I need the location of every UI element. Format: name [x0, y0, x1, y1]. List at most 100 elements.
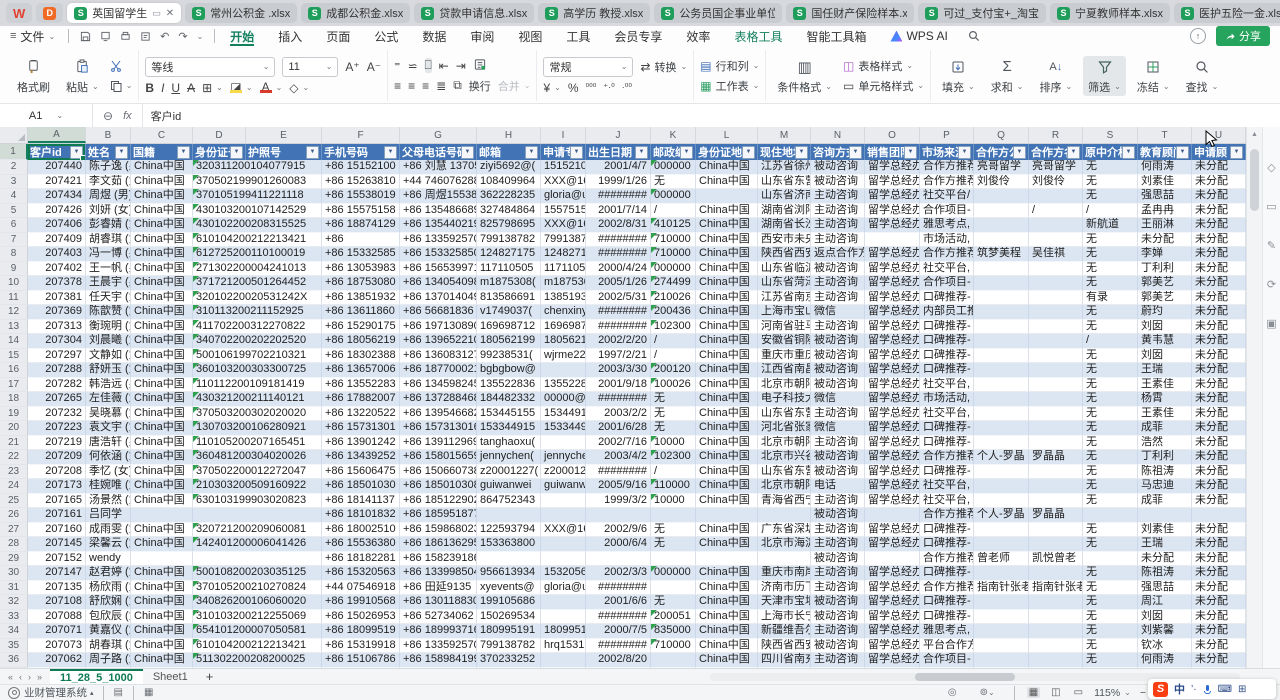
cell-O17[interactable]: 留学总经办 [865, 378, 920, 393]
cell-O29[interactable] [865, 552, 920, 567]
cell-B21[interactable]: 唐浩轩 (男 [86, 436, 131, 451]
save-icon[interactable] [80, 31, 91, 42]
cell-P27[interactable]: 口碑推荐- [920, 523, 974, 538]
column-header-N[interactable]: N [811, 127, 865, 143]
cell-P9[interactable]: 社交平台, [920, 262, 974, 277]
cell-R11[interactable] [1029, 291, 1083, 306]
cell-L29[interactable] [696, 552, 758, 567]
cell-A19[interactable]: 207232 [28, 407, 86, 422]
cell-H8[interactable]: 124827175 [477, 247, 541, 262]
cell-A15[interactable]: 207297 [28, 349, 86, 364]
rows-columns-button[interactable]: ▤行和列⌄ [700, 58, 759, 74]
cell-T32[interactable]: 周江 [1138, 595, 1192, 610]
table-header-cell-U[interactable]: 申请顾▼ [1192, 144, 1246, 160]
cell-S14[interactable]: / [1083, 334, 1138, 349]
cell-H12[interactable]: v1749037( [477, 305, 541, 320]
cell-I6[interactable]: XXX@163. [541, 218, 586, 233]
cell-J14[interactable]: 2002/2/20 [586, 334, 651, 349]
cell-L27[interactable]: China中国 [696, 523, 758, 538]
cell-Q15[interactable] [974, 349, 1029, 364]
cell-G36[interactable]: +86 1589841990 [400, 653, 477, 668]
cell-O21[interactable]: 留学总经办 [865, 436, 920, 451]
cell-R27[interactable] [1029, 523, 1083, 538]
cell-H3[interactable]: 108409964 [477, 175, 541, 190]
cell-Q21[interactable] [974, 436, 1029, 451]
document-tab-3[interactable]: S贷款申请信息.xlsx [414, 3, 534, 23]
cell-O3[interactable]: 留学总经办 [865, 175, 920, 190]
cell-G15[interactable]: +86 1360831276 [400, 349, 477, 364]
cell-T29[interactable]: 未分配 [1138, 552, 1192, 567]
menu-tab-数据[interactable]: 数据 [410, 26, 458, 46]
row-header-5[interactable]: 5 [0, 204, 28, 219]
cell-G22[interactable]: +86 1580156591 [400, 450, 477, 465]
cell-B17[interactable]: 韩浩远 (男 [86, 378, 131, 393]
table-header-cell-H[interactable]: 邮箱▼ [477, 144, 541, 160]
cell-K17[interactable]: 100026 [651, 378, 696, 393]
cell-A20[interactable]: 207223 [28, 421, 86, 436]
cell-F26[interactable]: +86 18101832 [322, 508, 400, 523]
cell-B24[interactable]: 桂婉唯 (女 [86, 479, 131, 494]
cell-C24[interactable]: China中国 [131, 479, 193, 494]
cell-C21[interactable]: China中国 [131, 436, 193, 451]
table-header-cell-I[interactable]: 申请专用▼ [541, 144, 586, 160]
panel-apps-icon[interactable]: ▣ [1266, 317, 1276, 330]
spreadsheet-grid[interactable]: ABCDEFGHIJKLMNOPQRSTU1客户id▼姓名▼国籍▼身份证号▼护照… [0, 127, 1246, 668]
cell-U12[interactable]: 未分配 [1192, 305, 1246, 320]
cell-K26[interactable] [651, 508, 696, 523]
cell-O7[interactable] [865, 233, 920, 248]
filter-dropdown-icon[interactable]: ▼ [570, 146, 583, 159]
cell-C31[interactable]: China中国 [131, 581, 193, 596]
cell-M14[interactable]: 安徽省铜陵 [758, 334, 811, 349]
cell-B4[interactable]: 周煜 (男) [86, 189, 131, 204]
cell-A27[interactable]: 207160 [28, 523, 86, 538]
file-menu[interactable]: ≡ 文件⌄ [0, 28, 65, 45]
cell-S24[interactable]: 无 [1083, 479, 1138, 494]
cell-R29[interactable]: 凯悦曾老 [1029, 552, 1083, 567]
row-header-17[interactable]: 17 [0, 378, 28, 393]
row-header-2[interactable]: 2 [0, 160, 28, 175]
cell-I3[interactable]: XXX@163. [541, 175, 586, 190]
table-header-cell-N[interactable]: 咨询方式▼ [811, 144, 865, 160]
number-format-select[interactable]: 常规⌄ [543, 57, 633, 77]
filter-dropdown-icon[interactable]: ▼ [1067, 146, 1080, 159]
cell-O16[interactable]: 留学总经办 [865, 363, 920, 378]
cell-B11[interactable]: 任天宇 (女 [86, 291, 131, 306]
menu-tab-开始[interactable]: 开始 [218, 26, 266, 46]
cell-A12[interactable]: 207369 [28, 305, 86, 320]
status-layout-icon[interactable]: ▤ [114, 687, 123, 698]
cell-H29[interactable] [477, 552, 541, 567]
cell-H35[interactable]: 799138782 [477, 639, 541, 654]
cell-R12[interactable] [1029, 305, 1083, 320]
cell-K28[interactable]: 无 [651, 537, 696, 552]
cell-Q9[interactable] [974, 262, 1029, 277]
cell-L6[interactable]: China中国 [696, 218, 758, 233]
cell-N26[interactable]: 被动咨询 [811, 508, 865, 523]
cell-C2[interactable]: China中国 [131, 160, 193, 175]
sheet-tab-Sheet1[interactable]: Sheet1 [143, 669, 198, 685]
cell-M17[interactable]: 北京市朝阳 [758, 378, 811, 393]
cell-G8[interactable]: +86 1533258500 [400, 247, 477, 262]
cell-K30[interactable]: 000000 [651, 566, 696, 581]
cell-F13[interactable]: +86 15290175 [322, 320, 400, 335]
cell-U15[interactable]: 未分配 [1192, 349, 1246, 364]
redo-icon[interactable]: ↷ [178, 30, 187, 43]
increase-indent-icon[interactable]: ⇥ [456, 59, 466, 73]
cell-F20[interactable]: +86 15731301 [322, 421, 400, 436]
filter-dropdown-icon[interactable]: ▼ [525, 146, 538, 159]
column-header-Q[interactable]: Q [974, 127, 1029, 143]
cell-N20[interactable]: 微信 [811, 421, 865, 436]
cell-Q5[interactable] [974, 204, 1029, 219]
cell-A3[interactable]: 207421 [28, 175, 86, 190]
cell-R24[interactable] [1029, 479, 1083, 494]
row-header-26[interactable]: 26 [0, 508, 28, 523]
add-sheet-button[interactable]: + [198, 669, 222, 684]
cell-L24[interactable]: China中国 [696, 479, 758, 494]
cell-U32[interactable]: 未分配 [1192, 595, 1246, 610]
cell-O11[interactable]: 留学总经办 [865, 291, 920, 306]
cell-L23[interactable]: China中国 [696, 465, 758, 480]
cell-U24[interactable]: 未分配 [1192, 479, 1246, 494]
cell-F11[interactable]: +86 13851932 [322, 291, 400, 306]
cell-C7[interactable]: China中国 [131, 233, 193, 248]
cell-I24[interactable]: guiwanwei [541, 479, 586, 494]
cell-M3[interactable]: 山东省东营 [758, 175, 811, 190]
